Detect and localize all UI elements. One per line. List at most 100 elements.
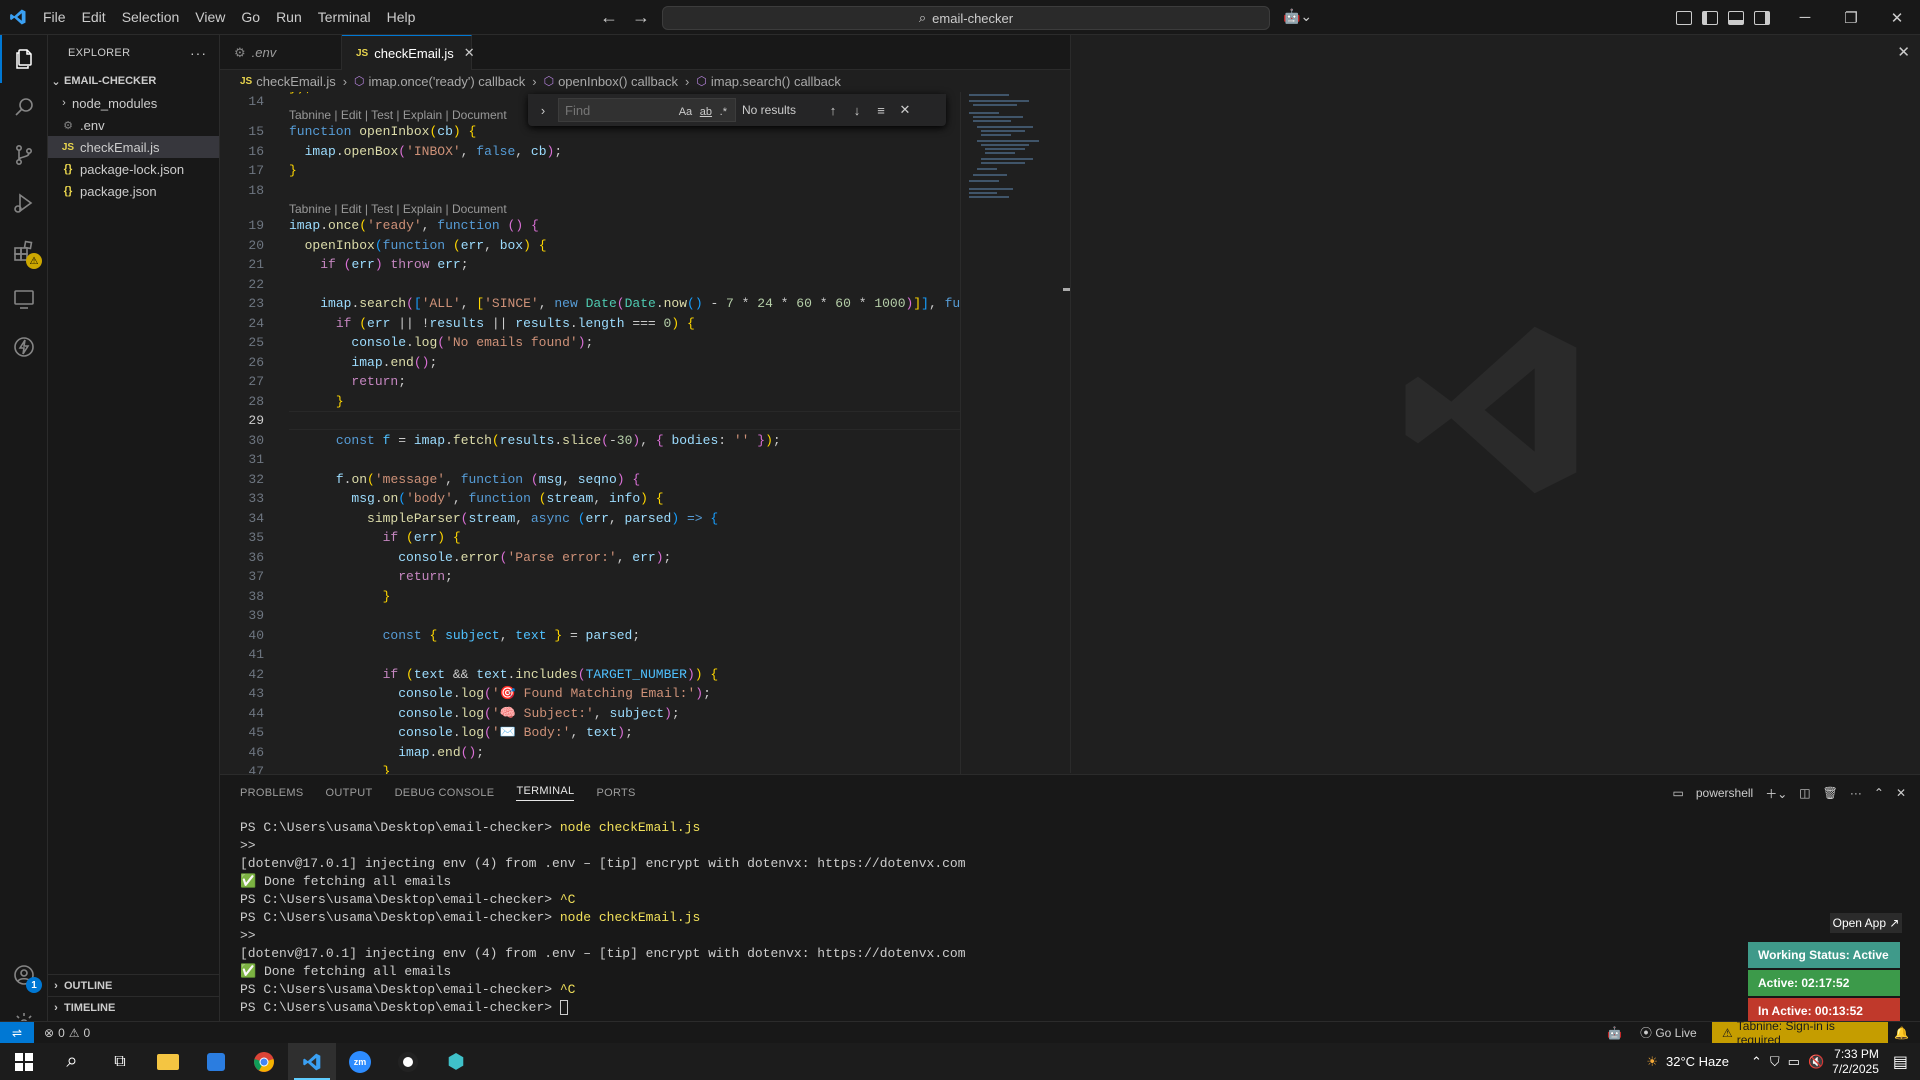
chevron-right-icon[interactable]: › xyxy=(534,103,552,118)
timeline-section[interactable]: › TIMELINE xyxy=(48,996,220,1018)
find-input[interactable] xyxy=(565,102,655,118)
customize-layout-icon[interactable] xyxy=(1676,10,1692,25)
code-text: const f = imap.fetch(results.slice(-30),… xyxy=(335,432,781,448)
close-icon[interactable]: ✕ xyxy=(1896,786,1906,800)
accounts-icon[interactable]: 1 xyxy=(0,951,48,999)
source-control-icon[interactable] xyxy=(0,131,48,179)
volume-icon[interactable]: 🔇 xyxy=(1808,1054,1824,1070)
command-center[interactable]: ⌕ email-checker xyxy=(662,6,1270,30)
regex-icon[interactable]: .* xyxy=(718,106,729,118)
file-explorer-icon[interactable] xyxy=(144,1043,192,1080)
code-text: msg.on('body', function (stream, info) { xyxy=(351,491,664,506)
tree-item-node-modules[interactable]: › node_modules xyxy=(48,92,219,114)
close-tab-icon[interactable]: ✕ xyxy=(464,45,475,61)
terminal-prompt: [dotenv@17.0.1] injecting env (4) from .… xyxy=(240,856,966,871)
notifications-bell-icon[interactable]: 🔔 xyxy=(1894,1026,1909,1040)
code-text: if (text && text.includes(TARGET_NUMBER)… xyxy=(382,666,719,682)
minimize-icon[interactable]: ─ xyxy=(1782,0,1828,35)
terminal-output[interactable]: PS C:\Users\usama\Desktop\email-checker>… xyxy=(240,819,966,1017)
chevron-up-icon[interactable]: ⌃ xyxy=(1751,1054,1762,1070)
go-live-button[interactable]: ⦿ Go Live xyxy=(1640,1024,1697,1041)
vscode-taskbar-icon[interactable] xyxy=(288,1043,336,1080)
search-icon[interactable] xyxy=(0,83,48,131)
tabnine-icon[interactable] xyxy=(0,323,48,371)
tree-item-package-json[interactable]: {} package.json xyxy=(48,180,219,202)
zoom-icon[interactable]: zm xyxy=(336,1043,384,1080)
tab-env[interactable]: ⚙ .env xyxy=(220,35,342,70)
breadcrumb-item[interactable]: openInbox() callback xyxy=(558,74,678,89)
panel-tab-ports[interactable]: PORTS xyxy=(596,787,635,799)
find-in-selection-icon[interactable]: ≡ xyxy=(872,103,890,118)
new-terminal-icon[interactable]: ＋⌄ xyxy=(1765,785,1787,802)
panel-actions: ▭ powershell ＋⌄ ◫ 🗑 ··· ⌃ ✕ xyxy=(1673,775,1906,811)
network-icon[interactable]: ▭ xyxy=(1788,1054,1800,1070)
breadcrumb-item[interactable]: imap.once('ready') callback xyxy=(369,74,526,89)
code-editor[interactable]: });14Tabnine | Edit | Test | Explain | D… xyxy=(220,92,960,774)
panel-tab-debug-console[interactable]: DEBUG CONSOLE xyxy=(395,787,495,799)
toggle-primary-sidebar-icon[interactable] xyxy=(1702,10,1718,25)
remote-explorer-icon[interactable] xyxy=(0,275,48,323)
close-icon[interactable]: ✕ xyxy=(1897,43,1910,61)
chrome-icon[interactable] xyxy=(240,1043,288,1080)
project-folder[interactable]: ⌄ EMAIL-CHECKER xyxy=(48,70,219,92)
notification-center-icon[interactable]: ▤ xyxy=(1893,1052,1908,1072)
menu-terminal[interactable]: Terminal xyxy=(310,0,379,35)
breadcrumb-item[interactable]: checkEmail.js xyxy=(256,74,335,89)
menu-help[interactable]: Help xyxy=(379,0,424,35)
menu-selection[interactable]: Selection xyxy=(114,0,188,35)
tree-item-package-lock-json[interactable]: {} package-lock.json xyxy=(48,158,219,180)
split-terminal-icon[interactable]: ◫ xyxy=(1799,786,1810,800)
forward-arrow-icon[interactable]: → xyxy=(632,7,650,28)
microsoft-store-icon[interactable] xyxy=(192,1043,240,1080)
more-actions-icon[interactable]: ··· xyxy=(190,45,207,61)
menu-run[interactable]: Run xyxy=(268,0,310,35)
panel-tab-output[interactable]: OUTPUT xyxy=(326,787,373,799)
copilot-icon[interactable]: 🤖⌄ xyxy=(1283,8,1312,25)
app-dark-circle-icon[interactable] xyxy=(384,1043,432,1080)
more-actions-icon[interactable]: ··· xyxy=(1850,786,1862,800)
warning-badge: ⚠ xyxy=(26,253,42,269)
copilot-status-icon[interactable]: 🤖 xyxy=(1607,1026,1622,1040)
arrow-up-icon[interactable]: ↑ xyxy=(824,103,842,118)
open-app-button[interactable]: Open App ↗ xyxy=(1830,913,1902,933)
back-arrow-icon[interactable]: ← xyxy=(600,7,618,28)
match-case-icon[interactable]: Aa xyxy=(677,106,694,118)
task-view-icon[interactable]: ⧉ xyxy=(96,1043,144,1080)
minimap[interactable] xyxy=(960,92,1071,774)
tabnine-status[interactable]: ⚠ Tabnine: Sign-in is required xyxy=(1712,1019,1888,1047)
outline-section[interactable]: › OUTLINE xyxy=(48,974,220,996)
windows-start-icon[interactable] xyxy=(0,1043,48,1080)
run-debug-icon[interactable] xyxy=(0,179,48,227)
close-icon[interactable]: ✕ xyxy=(896,102,914,118)
search-icon[interactable]: ⌕ xyxy=(48,1043,96,1080)
maximize-panel-icon[interactable]: ⌃ xyxy=(1874,786,1884,800)
arrow-down-icon[interactable]: ↓ xyxy=(848,103,866,118)
extensions-icon[interactable]: ⚠ xyxy=(0,227,48,275)
match-whole-word-icon[interactable]: ab xyxy=(698,106,714,118)
restore-icon[interactable]: ❐ xyxy=(1828,0,1874,35)
code-line: 27 return; xyxy=(220,372,960,391)
trash-icon[interactable]: 🗑 xyxy=(1823,786,1838,800)
menu-edit[interactable]: Edit xyxy=(74,0,114,35)
app-hexagon-icon[interactable]: ⬢ xyxy=(432,1043,480,1080)
menu-view[interactable]: View xyxy=(187,0,233,35)
remote-indicator-icon[interactable]: ⇌ xyxy=(0,1021,34,1044)
breadcrumb-item[interactable]: imap.search() callback xyxy=(711,74,841,89)
close-icon[interactable]: ✕ xyxy=(1874,0,1920,35)
weather-label[interactable]: 32°C Haze xyxy=(1666,1054,1729,1069)
clock[interactable]: 7:33 PM 7/2/2025 xyxy=(1832,1047,1879,1077)
menu-file[interactable]: File xyxy=(35,0,74,35)
tab-checkemail-js[interactable]: JS checkEmail.js ✕ xyxy=(342,35,475,70)
tree-item-env[interactable]: ⚙ .env xyxy=(48,114,219,136)
security-icon[interactable]: ⛉ xyxy=(1770,1054,1780,1070)
explorer-icon[interactable] xyxy=(0,35,48,83)
symbol-icon: ⬡ xyxy=(543,74,555,88)
panel-tab-problems[interactable]: PROBLEMS xyxy=(240,787,304,799)
shell-label[interactable]: powershell xyxy=(1696,786,1753,800)
toggle-secondary-sidebar-icon[interactable] xyxy=(1754,10,1770,25)
tree-item-checkemail-js[interactable]: JS checkEmail.js xyxy=(48,136,219,158)
panel-tab-terminal[interactable]: TERMINAL xyxy=(516,785,575,801)
toggle-panel-icon[interactable] xyxy=(1728,10,1744,25)
problems-indicator[interactable]: ⊗ 0 ⚠ 0 xyxy=(44,1026,90,1040)
menu-go[interactable]: Go xyxy=(233,0,268,35)
